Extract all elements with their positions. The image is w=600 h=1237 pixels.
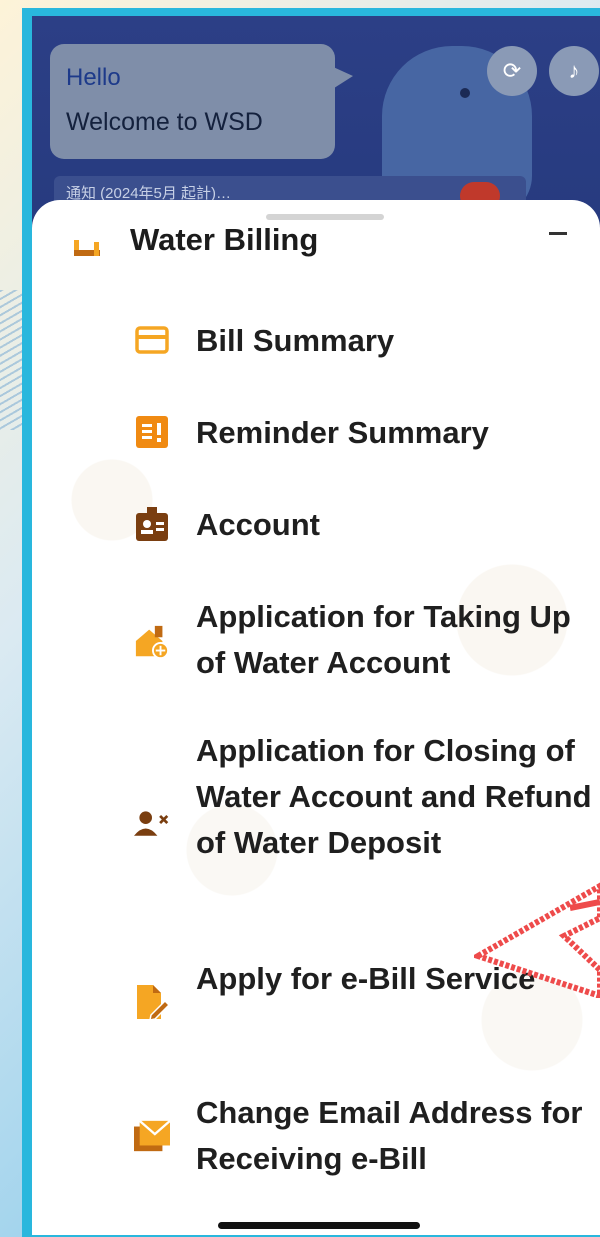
pointer-arrow-icon: [474, 882, 600, 998]
document-edit-icon: [134, 984, 170, 1021]
menu-item-label: Reminder Summary: [196, 415, 489, 450]
notification-button[interactable]: ♪: [549, 46, 599, 96]
collapse-icon[interactable]: [549, 232, 567, 235]
refresh-button[interactable]: ⟳: [487, 46, 537, 96]
water-billing-icon: [74, 240, 100, 256]
house-add-icon: [134, 624, 170, 660]
greeting-text: Hello: [66, 64, 121, 91]
menu-item-label: Bill Summary: [196, 323, 395, 358]
card-icon: [134, 322, 170, 358]
bottom-sheet: Water Billing Bill Summary Reminder Summ…: [32, 200, 600, 1235]
home-indicator: [218, 1222, 420, 1229]
welcome-text: Welcome to WSD: [66, 108, 263, 136]
refresh-icon: ⟳: [502, 58, 522, 83]
email-change-icon: [134, 1118, 170, 1154]
menu-item-label: Account: [196, 507, 320, 542]
person-remove-icon: [134, 806, 170, 842]
section-title: Water Billing: [130, 228, 319, 257]
bell-icon: ♪: [568, 58, 580, 83]
reminder-icon: [134, 414, 170, 450]
sheet-grabber[interactable]: [266, 214, 384, 220]
account-badge-icon: [134, 506, 170, 542]
menu-item-label: Application for Closing of Water Account…: [196, 733, 592, 860]
menu-item-label: Change Email Address for Receiving e-Bil…: [196, 1095, 583, 1176]
phone-screen: Hello Welcome to WSD ⟳ ♪ 通知 (2024年5月 起計)…: [32, 16, 600, 1235]
greeting-bubble: Hello Welcome to WSD: [50, 44, 353, 159]
section-header-water-billing[interactable]: Water Billing: [32, 228, 600, 268]
menu-item-label: Application for Taking Up of Water Accou…: [196, 599, 571, 680]
mascot-eye: [460, 88, 470, 98]
